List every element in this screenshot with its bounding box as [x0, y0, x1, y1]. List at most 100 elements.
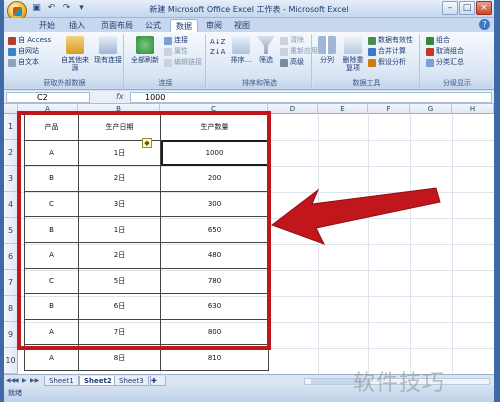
data-validation-button[interactable]: 数据有效性	[368, 36, 413, 45]
group-label-sort-filter: 排序和筛选	[208, 78, 311, 88]
ungroup-button[interactable]: 取消组合	[426, 47, 464, 56]
consolidate-icon	[368, 47, 376, 56]
sheet-tab[interactable]: Sheet3	[114, 376, 149, 386]
remove-duplicates-icon	[344, 36, 362, 54]
group-button[interactable]: 组合	[426, 36, 450, 45]
tab-page-layout[interactable]: 页面布局	[96, 19, 138, 32]
access-icon	[8, 36, 16, 45]
sort-az-icon: A↓Z	[210, 38, 226, 46]
web-icon	[8, 47, 16, 56]
column-header[interactable]: F	[368, 104, 410, 114]
excel-window: ▣ ↶ ↷ ▾ 新建 Microsoft Office Excel 工作表 - …	[4, 0, 494, 402]
row-header[interactable]: 2	[4, 140, 18, 166]
row-header[interactable]: 4	[4, 192, 18, 218]
advanced-icon	[280, 58, 288, 67]
group-data-tools: 分列 删除重复项 数据有效性 合并计算 假设分析 数据工具	[314, 34, 420, 88]
sort-az-button[interactable]: A↓Z Z↓A	[210, 38, 225, 57]
reapply-button[interactable]: 重新应用	[280, 47, 318, 56]
sheet-tab-active[interactable]: Sheet2	[79, 376, 117, 386]
validation-icon	[368, 36, 376, 45]
row-header[interactable]: 10	[4, 348, 18, 374]
tab-view[interactable]: 视图	[230, 19, 254, 32]
row-header[interactable]: 3	[4, 166, 18, 192]
prev-sheet-icon[interactable]: ◀	[14, 377, 21, 385]
maximize-button[interactable]: □	[459, 1, 475, 15]
first-sheet-icon[interactable]: ◀◀	[6, 377, 15, 385]
row-header[interactable]: 8	[4, 296, 18, 322]
text-to-columns-button[interactable]: 分列	[316, 36, 338, 64]
sheet-tab[interactable]: Sheet1	[44, 376, 79, 386]
row-header[interactable]: 5	[4, 218, 18, 244]
reapply-icon	[280, 47, 288, 56]
row-header[interactable]: 7	[4, 270, 18, 296]
formula-input[interactable]: 1000	[130, 92, 492, 103]
edit-links-button[interactable]: 编辑链接	[164, 58, 202, 67]
close-button[interactable]: ×	[476, 1, 492, 15]
advanced-filter-button[interactable]: 高级	[280, 58, 304, 67]
name-box[interactable]: C2	[6, 92, 90, 103]
next-sheet-icon[interactable]: ▶	[22, 377, 29, 385]
tab-formulas[interactable]: 公式	[140, 19, 166, 32]
row-header[interactable]: 9	[4, 322, 18, 348]
connections-button[interactable]: 连接	[164, 36, 188, 45]
refresh-all-button[interactable]: 全部刷新	[130, 36, 160, 64]
tab-data[interactable]: 数据	[170, 19, 198, 32]
select-all-corner[interactable]	[4, 104, 18, 114]
ungroup-icon	[426, 47, 434, 56]
other-sources-icon	[66, 36, 84, 54]
text-file-icon	[8, 58, 16, 67]
from-text-button[interactable]: 自文本	[8, 58, 39, 67]
connections-icon	[99, 36, 117, 54]
subtotal-button[interactable]: 分类汇总	[426, 58, 464, 67]
column-header[interactable]: E	[318, 104, 368, 114]
filter-icon	[257, 36, 275, 54]
tab-home[interactable]: 开始	[34, 19, 60, 32]
subtotal-icon	[426, 58, 434, 67]
group-external-data: 自 Access 自网站 自文本 自其他来源 现有连接 获取外部数据	[6, 34, 124, 88]
worksheet-grid[interactable]: A B C D E F G H 1 2 3 4 5 6 7 8 9 10 产品 …	[4, 104, 494, 374]
sort-dialog-icon	[232, 36, 250, 54]
sheet-nav-arrows: ◀◀ ◀ ▶ ▶▶	[6, 377, 39, 385]
tab-insert[interactable]: 插入	[64, 19, 90, 32]
refresh-icon	[136, 36, 154, 54]
existing-connections-button[interactable]: 现有连接	[94, 36, 122, 64]
what-if-icon	[368, 58, 376, 67]
clear-filter-button[interactable]: 清除	[280, 36, 304, 45]
group-sort-filter: A↓Z Z↓A 排序... 筛选 清除 重新应用 高级 排序和筛选	[208, 34, 318, 88]
column-header[interactable]: G	[410, 104, 452, 114]
tab-review[interactable]: 审阅	[202, 19, 226, 32]
watermark: 软件技巧	[353, 371, 446, 396]
highlight-box	[17, 111, 271, 350]
group-label-connections: 连接	[126, 78, 205, 88]
filter-button[interactable]: 筛选	[254, 36, 278, 64]
ribbon-tabs: 开始 插入 页面布局 公式 数据 审阅 视图 ?	[4, 18, 494, 32]
sort-button[interactable]: 排序...	[228, 36, 254, 64]
group-label-external-data: 获取外部数据	[6, 78, 123, 88]
row-header[interactable]: 1	[4, 114, 18, 140]
group-icon	[426, 36, 434, 45]
insert-sheet-icon[interactable]: ✚	[150, 376, 166, 386]
column-header[interactable]: D	[268, 104, 318, 114]
from-other-sources-button[interactable]: 自其他来源	[58, 36, 92, 72]
sort-za-icon: Z↓A	[210, 48, 226, 56]
last-sheet-icon[interactable]: ▶▶	[30, 377, 39, 385]
clear-icon	[280, 36, 288, 45]
consolidate-button[interactable]: 合并计算	[368, 47, 406, 56]
edit-links-icon	[164, 58, 172, 67]
group-label-data-tools: 数据工具	[314, 78, 419, 88]
what-if-analysis-button[interactable]: 假设分析	[368, 58, 406, 67]
column-header[interactable]: H	[452, 104, 494, 114]
from-access-button[interactable]: 自 Access	[8, 36, 51, 45]
remove-duplicates-button[interactable]: 删除重复项	[340, 36, 366, 72]
row-header[interactable]: 6	[4, 244, 18, 270]
properties-icon	[164, 47, 172, 56]
ribbon: 自 Access 自网站 自文本 自其他来源 现有连接 获取外部数据 全部刷新 …	[4, 32, 494, 90]
group-outline: 组合 取消组合 分类汇总 分级显示	[422, 34, 492, 88]
minimize-button[interactable]: –	[442, 1, 458, 15]
link-icon	[164, 36, 172, 45]
help-icon[interactable]: ?	[479, 19, 490, 30]
from-web-button[interactable]: 自网站	[8, 47, 39, 56]
insert-function-icon[interactable]: fx	[116, 92, 124, 101]
properties-button[interactable]: 属性	[164, 47, 188, 56]
group-label-outline: 分级显示	[422, 78, 492, 88]
